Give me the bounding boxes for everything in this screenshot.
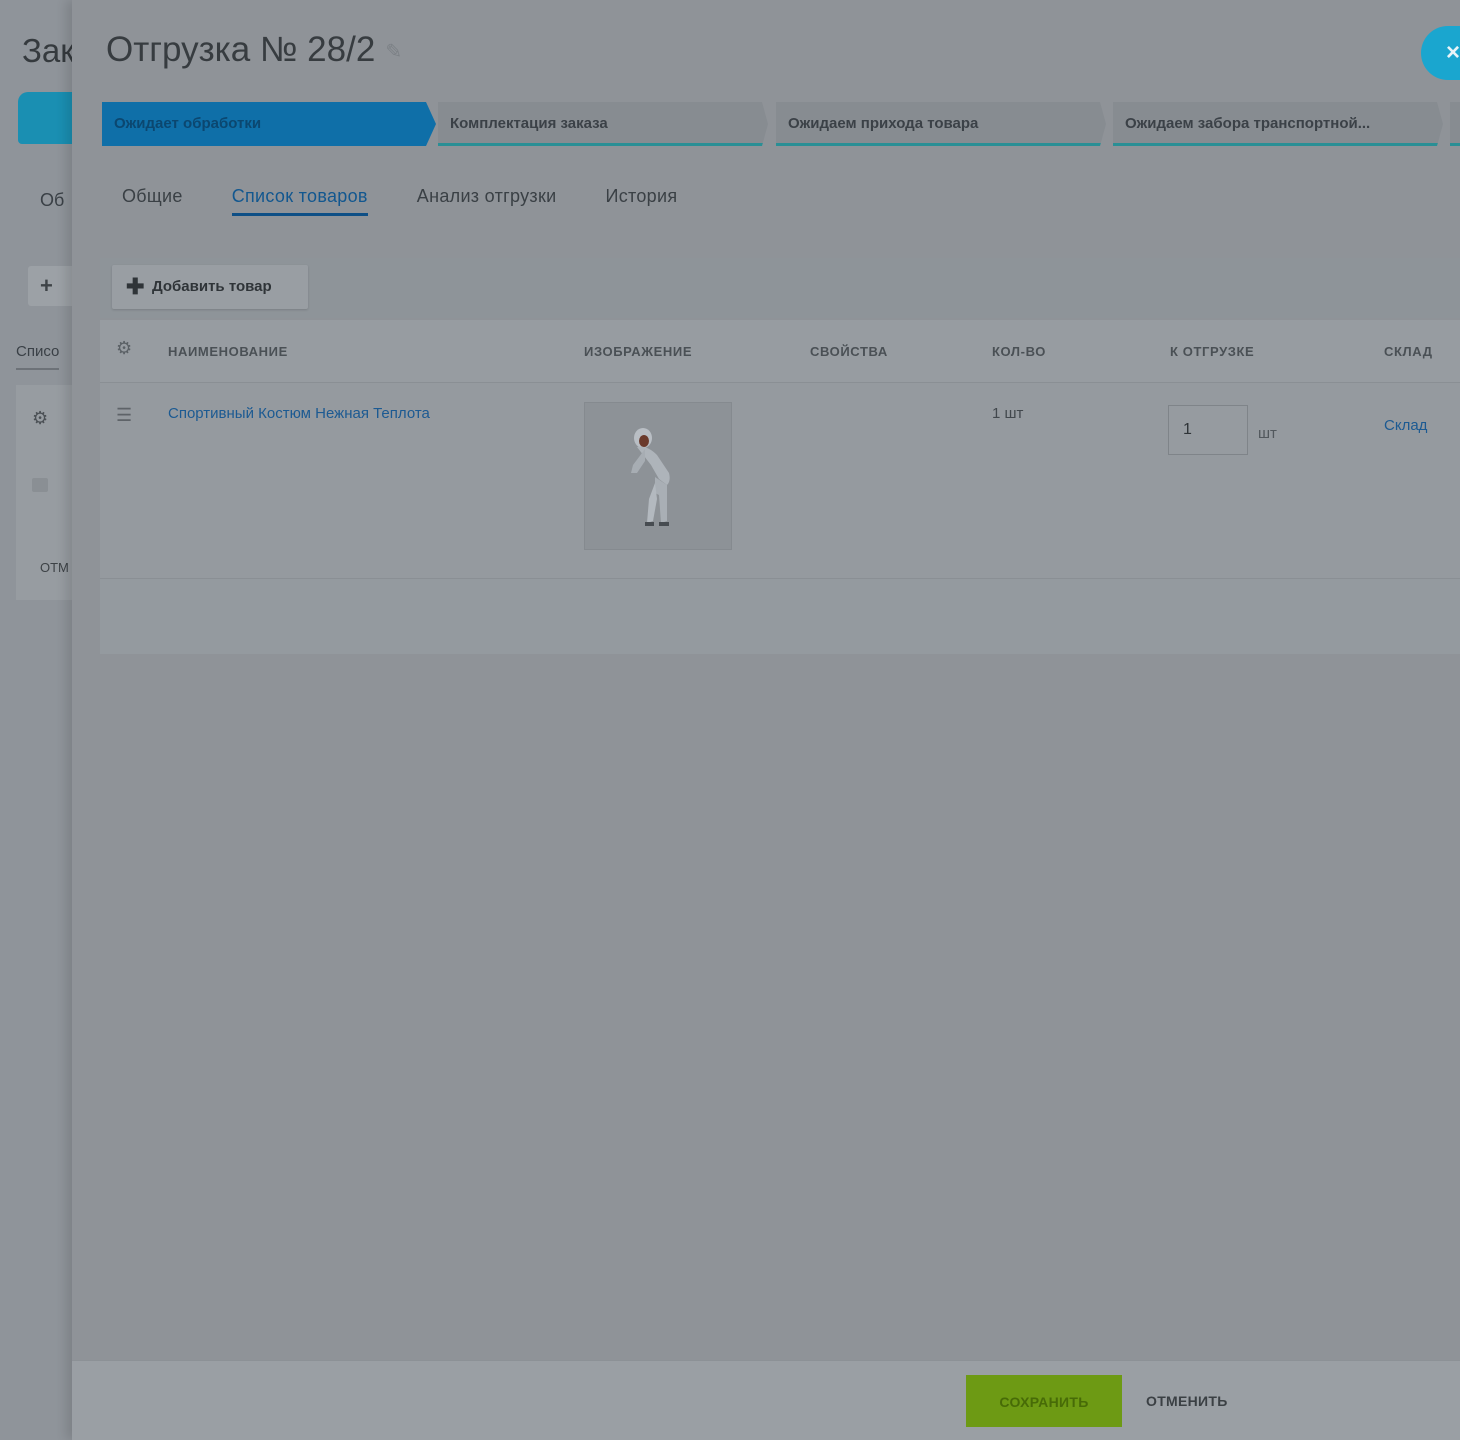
to-ship-quantity-input[interactable] [1168, 405, 1248, 455]
background-page-title: Зак [22, 32, 75, 69]
page-title-text: Отгрузка № 28/2 [106, 30, 376, 69]
tracksuit-person-image [631, 428, 670, 526]
slider-footer: СОХРАНИТЬ ОТМЕНИТЬ [72, 1360, 1460, 1440]
tab-product-list[interactable]: Список товаров [231, 186, 368, 216]
stage-item-awaiting-goods[interactable]: Ожидаем прихода товара [776, 102, 1106, 146]
to-ship-unit: шт [1258, 425, 1277, 442]
table-toolbar: ✚ Добавить товар [100, 258, 1460, 318]
close-button[interactable]: × [1421, 26, 1460, 80]
background-cancel-label: ОТМ [40, 560, 69, 575]
product-image[interactable] [584, 402, 732, 550]
column-header-quantity[interactable]: КОЛ-ВО [992, 344, 1046, 359]
table-footer [100, 579, 1460, 654]
stage-item-awaiting-pickup[interactable]: Ожидаем забора транспортной... [1113, 102, 1443, 146]
tab-history[interactable]: История [605, 186, 677, 216]
tab-bar: Общие Список товаров Анализ отгрузки Ист… [122, 186, 726, 216]
column-header-to-ship[interactable]: К ОТГРУЗКЕ [1170, 344, 1254, 359]
stage-item-awaiting-processing[interactable]: Ожидает обработки [102, 102, 436, 146]
warehouse-link[interactable]: Склад [1384, 417, 1427, 434]
tab-shipment-analysis[interactable]: Анализ отгрузки [417, 186, 557, 216]
background-gear-icon: ⚙ [32, 408, 49, 428]
page-title: Отгрузка № 28/2 ✎ [106, 30, 402, 70]
quantity-value: 1 шт [992, 405, 1024, 422]
background-tab-general: Об [40, 190, 65, 210]
table-header: ⚙ НАИМЕНОВАНИЕ ИЗОБРАЖЕНИЕ СВОЙСТВА КОЛ-… [100, 320, 1460, 383]
background-list-tab: Списо [16, 343, 60, 370]
pencil-icon[interactable]: ✎ [385, 39, 402, 64]
background-image-icon [32, 478, 48, 492]
shipment-slider: Отгрузка № 28/2 ✎ × Ожидает обработки Ком… [72, 0, 1460, 1440]
drag-handle-icon[interactable]: ☰ [116, 405, 132, 426]
product-table: ⚙ НАИМЕНОВАНИЕ ИЗОБРАЖЕНИЕ СВОЙСТВА КОЛ-… [100, 320, 1460, 654]
stage-bar: Ожидает обработки Комплектация заказа Ож… [102, 102, 1460, 146]
add-product-button[interactable]: ✚ Добавить товар [112, 265, 308, 309]
column-header-image[interactable]: ИЗОБРАЖЕНИЕ [584, 344, 692, 359]
gear-icon[interactable]: ⚙ [116, 338, 132, 359]
background-page: Зак Об + Списо ⚙ ОТМ [0, 0, 88, 1440]
add-product-label: Добавить товар [152, 278, 272, 295]
column-header-name[interactable]: НАИМЕНОВАНИЕ [168, 344, 288, 359]
plus-icon: ✚ [126, 274, 145, 299]
column-header-warehouse[interactable]: СКЛАД [1384, 344, 1433, 359]
stage-item-more[interactable] [1450, 102, 1460, 146]
cancel-button[interactable]: ОТМЕНИТЬ [1146, 1375, 1228, 1427]
stage-item-order-picking[interactable]: Комплектация заказа [438, 102, 768, 146]
table-row: ☰ Спортивный Костюм Нежная Теплота 1 шт … [100, 383, 1460, 579]
save-button[interactable]: СОХРАНИТЬ [966, 1375, 1122, 1427]
product-name-link[interactable]: Спортивный Костюм Нежная Теплота [168, 405, 430, 422]
column-header-properties[interactable]: СВОЙСТВА [810, 344, 888, 359]
tab-general[interactable]: Общие [122, 186, 183, 216]
